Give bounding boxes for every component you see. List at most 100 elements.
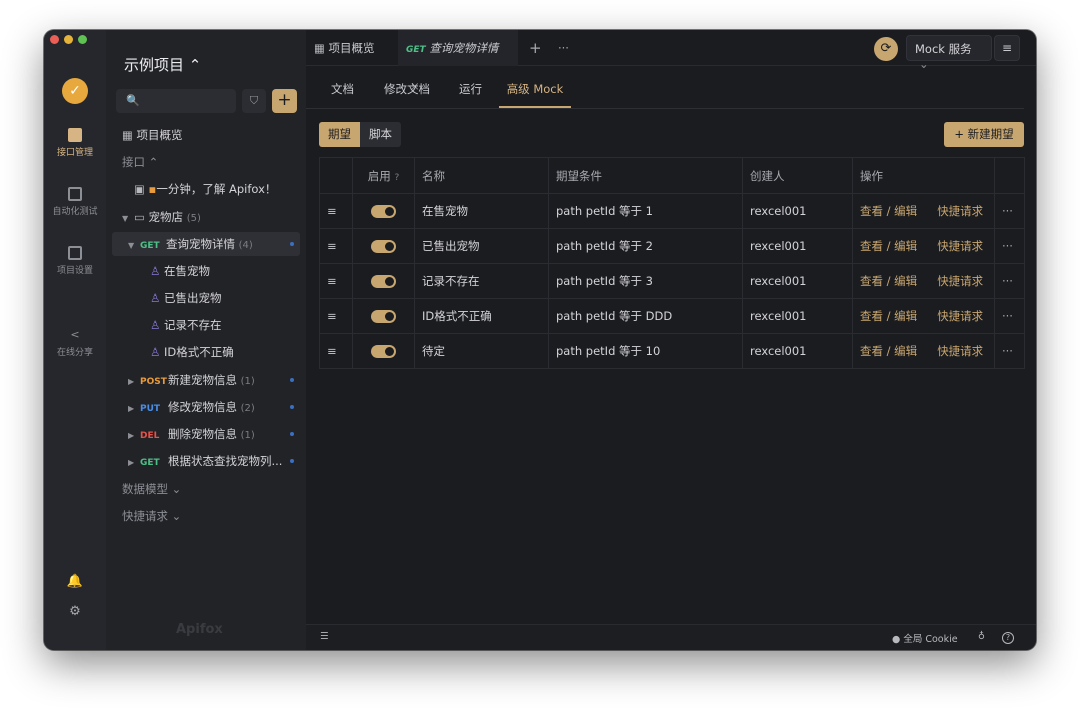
sidebar-item-find-pets[interactable]: ▶ GET 根据状态查找宠物列... bbox=[112, 449, 300, 473]
creator-cell: rexcel001 bbox=[742, 263, 853, 299]
status-dot bbox=[290, 459, 294, 463]
name-cell: 记录不存在 bbox=[414, 263, 549, 299]
chevron-down-icon: ▼ bbox=[128, 241, 135, 250]
subtab-advanced-mock[interactable]: 高级 Mock bbox=[499, 66, 571, 108]
enabled-toggle[interactable] bbox=[371, 310, 396, 323]
sidebar-item-get-pet[interactable]: ▼ GET 查询宠物详情 (4) bbox=[112, 232, 300, 256]
quick-requests-section[interactable]: 快捷请求 ⌄ bbox=[112, 504, 300, 528]
enabled-toggle[interactable] bbox=[371, 205, 396, 218]
method-badge: GET bbox=[406, 45, 426, 55]
search-input[interactable]: 🔍 bbox=[116, 89, 236, 113]
folder-icon: ▭ bbox=[134, 210, 149, 224]
sidebar-item-label: 新建宠物信息 bbox=[168, 373, 237, 387]
enabled-toggle[interactable] bbox=[371, 345, 396, 358]
zoom-window-button[interactable] bbox=[78, 35, 87, 44]
drag-handle-icon[interactable]: ≡ bbox=[319, 298, 353, 334]
tab-overview[interactable]: ▦ 项目概览 bbox=[306, 30, 383, 66]
rail-item-automation[interactable]: 自动化测试 bbox=[44, 187, 106, 217]
more-icon[interactable]: ··· bbox=[994, 333, 1025, 369]
sidebar-item-overview[interactable]: ▦ 项目概览 bbox=[112, 123, 300, 147]
rail-item-share[interactable]: < 在线分享 bbox=[44, 328, 106, 358]
more-icon[interactable]: ··· bbox=[994, 298, 1025, 334]
tab-get-pet-details[interactable]: GET 查询宠物详情 × bbox=[398, 30, 518, 93]
view-edit-link[interactable]: 查看 / 编辑 bbox=[860, 309, 917, 323]
condition-cell: path petId 等于 3 bbox=[548, 263, 743, 299]
drag-handle-icon[interactable]: ≡ bbox=[319, 193, 353, 229]
folder-petstore[interactable]: ▼ ▭ 宠物店 (5) bbox=[112, 205, 300, 229]
quick-request-link[interactable]: 快捷请求 bbox=[937, 309, 983, 323]
quick-request-link[interactable]: 快捷请求 bbox=[937, 239, 983, 253]
close-window-button[interactable] bbox=[50, 35, 59, 44]
share-icon: < bbox=[70, 328, 80, 341]
more-icon[interactable]: ··· bbox=[994, 193, 1025, 229]
folder-count: (5) bbox=[186, 213, 201, 224]
gear-icon[interactable]: ⚙ bbox=[44, 604, 106, 619]
project-selector[interactable]: 示例项目 ⌃ bbox=[124, 54, 201, 75]
method-badge: DEL bbox=[140, 431, 160, 441]
apifox-logo: ✓ bbox=[62, 78, 88, 104]
shirt-icon[interactable]: ♁ bbox=[978, 631, 985, 642]
actions-cell: 查看 / 编辑 快捷请求 bbox=[852, 333, 995, 369]
subtab-run[interactable]: 运行 bbox=[459, 66, 482, 108]
sidebar-item-intro-doc[interactable]: ▣ ▪一分钟，了解 Apifox！ bbox=[112, 177, 300, 201]
minimize-window-button[interactable] bbox=[64, 35, 73, 44]
bell-icon[interactable]: 🔔 bbox=[44, 574, 106, 589]
tab-more-button[interactable]: ··· bbox=[550, 30, 577, 66]
quick-request-link[interactable]: 快捷请求 bbox=[937, 274, 983, 288]
sync-icon[interactable]: ⟳ bbox=[874, 37, 898, 61]
enabled-cell bbox=[352, 298, 415, 334]
case-item[interactable]: ♙ 在售宠物 bbox=[112, 259, 300, 283]
apifox-watermark: Apifox bbox=[176, 622, 223, 637]
filter-button[interactable]: ⛉ bbox=[242, 89, 266, 113]
rail-item-settings[interactable]: 项目设置 bbox=[44, 246, 106, 276]
actions-cell: 查看 / 编辑 快捷请求 bbox=[852, 193, 995, 229]
enabled-toggle[interactable] bbox=[371, 240, 396, 253]
sidebar-item-post-pet[interactable]: ▶ POST新建宠物信息 (1) bbox=[112, 368, 300, 392]
data-models-section[interactable]: 数据模型 ⌄ bbox=[112, 477, 300, 501]
tab-bar: ▦ 项目概览 GET 查询宠物详情 × + ··· ⟳ Mock 服务 ⌄ ≡ bbox=[306, 30, 1036, 93]
sidebar-item-delete-pet[interactable]: ▶ DEL 删除宠物信息 (1) bbox=[112, 422, 300, 446]
more-icon[interactable]: ··· bbox=[994, 263, 1025, 299]
drag-handle-icon[interactable]: ≡ bbox=[319, 333, 353, 369]
segment-expectations[interactable]: 期望 bbox=[319, 122, 360, 147]
quick-request-link[interactable]: 快捷请求 bbox=[937, 344, 983, 358]
new-tab-button[interactable]: + bbox=[521, 30, 550, 66]
add-button[interactable]: + bbox=[272, 89, 297, 113]
toggle-sidebar-icon[interactable]: ☰ bbox=[320, 631, 329, 642]
menu-icon[interactable]: ≡ bbox=[994, 35, 1020, 61]
condition-cell: path petId 等于 DDD bbox=[548, 298, 743, 334]
mock-service-select[interactable]: Mock 服务 ⌄ bbox=[906, 35, 992, 71]
table-row: ≡ 已售出宠物 path petId 等于 2 rexcel001 查看 / 编… bbox=[319, 228, 1025, 264]
subtab-edit-docs[interactable]: 修改文档 bbox=[384, 66, 430, 108]
app-window: ✓ 接口管理 自动化测试 项目设置 < 在线分享 🔔 ⚙ 示例项目 ⌃ 🔍 ⛉ … bbox=[44, 30, 1036, 650]
case-label: ID格式不正确 bbox=[163, 345, 234, 359]
sidebar-item-label: 查询宠物详情 bbox=[166, 237, 235, 251]
enabled-toggle[interactable] bbox=[371, 275, 396, 288]
sidebar-item-label: 修改宠物信息 bbox=[168, 400, 237, 414]
quick-request-link[interactable]: 快捷请求 bbox=[937, 204, 983, 218]
case-item[interactable]: ♙ 已售出宠物 bbox=[112, 286, 300, 310]
subtab-docs[interactable]: 文档 bbox=[331, 66, 354, 108]
view-edit-link[interactable]: 查看 / 编辑 bbox=[860, 344, 917, 358]
view-edit-link[interactable]: 查看 / 编辑 bbox=[860, 239, 917, 253]
view-edit-link[interactable]: 查看 / 编辑 bbox=[860, 274, 917, 288]
api-section-header[interactable]: 接口 ⌃ bbox=[112, 150, 300, 174]
automation-icon bbox=[68, 187, 82, 201]
enabled-cell bbox=[352, 228, 415, 264]
help-icon[interactable]: ? bbox=[394, 173, 399, 183]
chevron-right-icon: ▶ bbox=[128, 431, 135, 440]
case-item[interactable]: ♙ 记录不存在 bbox=[112, 313, 300, 337]
tab-label: 项目概览 bbox=[328, 41, 375, 55]
case-item[interactable]: ♙ ID格式不正确 bbox=[112, 340, 300, 364]
sidebar-item-put-pet[interactable]: ▶ PUT 修改宠物信息 (2) bbox=[112, 395, 300, 419]
method-badge: PUT bbox=[140, 404, 161, 414]
global-cookie-button[interactable]: ● 全局 Cookie bbox=[892, 631, 958, 645]
drag-handle-icon[interactable]: ≡ bbox=[319, 263, 353, 299]
view-edit-link[interactable]: 查看 / 编辑 bbox=[860, 204, 917, 218]
segment-scripts[interactable]: 脚本 bbox=[360, 122, 401, 147]
new-expectation-button[interactable]: + 新建期望 bbox=[944, 122, 1024, 147]
more-icon[interactable]: ··· bbox=[994, 228, 1025, 264]
drag-handle-icon[interactable]: ≡ bbox=[319, 228, 353, 264]
help-icon[interactable]: ? bbox=[1002, 632, 1014, 644]
rail-item-api-manage[interactable]: 接口管理 bbox=[44, 128, 106, 158]
